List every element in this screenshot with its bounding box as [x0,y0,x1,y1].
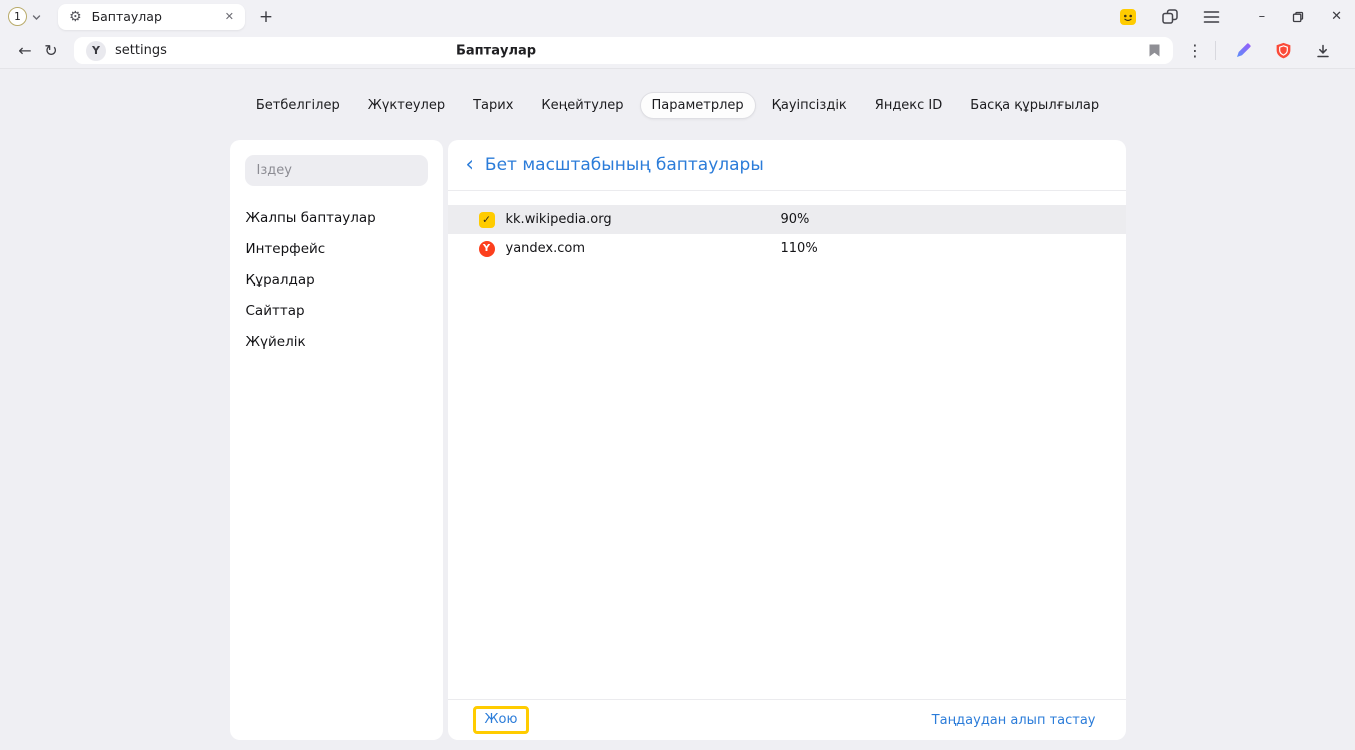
sidebar-item-system[interactable]: Жүйелік [245,327,428,358]
zoom-value: 90% [781,212,810,227]
panel-back-icon[interactable]: ‹ [466,154,474,177]
toolbar-more-menu[interactable]: ⋮ [1182,43,1208,59]
restore-icon [1292,11,1304,23]
new-tab-button[interactable]: + [254,7,278,27]
nav-tab-history[interactable]: Тарих [461,92,525,119]
header-divider [448,190,1126,191]
close-window-button[interactable]: ✕ [1331,10,1342,23]
table-row[interactable]: ✓ kk.wikipedia.org 90% [448,205,1126,234]
settings-body: Жалпы баптаулар Интерфейс Құралдар Сайтт… [230,140,1126,740]
downloads-icon[interactable] [1303,43,1343,59]
maximize-button[interactable] [1292,11,1304,23]
sidebar-menu: Жалпы баптаулар Интерфейс Құралдар Сайтт… [245,203,428,358]
hamburger-menu-icon[interactable] [1203,10,1220,24]
protect-shield-icon[interactable] [1263,42,1303,60]
delete-button[interactable]: Жою [473,706,530,734]
search-input[interactable] [245,155,428,186]
checkbox-checked-icon[interactable]: ✓ [479,212,495,228]
deselect-link[interactable]: Таңдаудан алып тастау [932,713,1096,728]
titlebar-right-cluster: – ✕ [1119,8,1355,26]
tab-count-badge[interactable]: 1 [8,7,27,26]
yandex-favicon-icon: Y [479,241,495,257]
titlebar: 1 ⚙ Баптаулар ✕ + – ✕ [0,0,1355,33]
chevron-down-icon[interactable] [31,12,42,23]
zoom-value: 110% [781,241,818,256]
settings-nav: Бетбелгілер Жүктеулер Тарих Кеңейтулер П… [0,92,1355,119]
reload-button[interactable]: ↻ [38,43,64,59]
panel-footer: Жою Таңдаудан алып тастау [448,699,1126,740]
panel-spacer [448,263,1126,699]
nav-tab-downloads[interactable]: Жүктеулер [356,92,457,119]
bookmark-icon[interactable] [1148,43,1161,58]
minimize-button[interactable]: – [1259,10,1266,23]
settings-sidebar: Жалпы баптаулар Интерфейс Құралдар Сайтт… [230,140,443,740]
site-favicon-icon: Y [86,41,106,61]
zoom-settings-panel: ‹ Бет масштабының баптаулары ✓ kk.wikipe… [448,140,1126,740]
table-row[interactable]: Y yandex.com 110% [448,234,1126,263]
toolbar-divider [1215,41,1216,60]
address-bar[interactable]: Y settings Баптаулар [74,37,1173,64]
nav-tab-security[interactable]: Қауіпсіздік [760,92,859,119]
site-name: kk.wikipedia.org [506,212,781,227]
tab-title: Баптаулар [92,9,220,24]
panel-header: ‹ Бет масштабының баптаулары [448,140,1126,190]
address-text[interactable]: settings [115,43,167,58]
site-name: yandex.com [506,241,781,256]
nav-tab-extensions[interactable]: Кеңейтулер [529,92,635,119]
sidebar-item-sites[interactable]: Сайттар [245,296,428,327]
zoom-site-list: ✓ kk.wikipedia.org 90% Y yandex.com 110% [448,205,1126,263]
nav-tab-other-devices[interactable]: Басқа құрылғылар [958,92,1111,119]
browser-tab-settings[interactable]: ⚙ Баптаулар ✕ [58,4,245,30]
pen-edit-icon[interactable] [1223,42,1263,59]
window-controls: – ✕ [1259,10,1342,23]
sidebar-item-tools[interactable]: Құралдар [245,265,428,296]
nav-tab-settings[interactable]: Параметрлер [640,92,756,119]
back-button[interactable]: ← [12,43,38,59]
tab-close-icon[interactable]: ✕ [220,8,239,25]
sidebar-item-general[interactable]: Жалпы баптаулар [245,203,428,234]
gear-icon: ⚙ [69,10,82,24]
settings-page: Бетбелгілер Жүктеулер Тарих Кеңейтулер П… [0,69,1355,750]
nav-tab-bookmarks[interactable]: Бетбелгілер [244,92,352,119]
page-title: Баптаулар [456,43,536,58]
nav-tab-yandex-id[interactable]: Яндекс ID [863,92,955,119]
promo-icon[interactable] [1119,8,1137,26]
browser-toolbar: ← ↻ Y settings Баптаулар ⋮ [0,33,1355,69]
sidebar-item-interface[interactable]: Интерфейс [245,234,428,265]
panel-title: Бет масштабының баптаулары [485,155,764,175]
devices-icon[interactable] [1161,8,1179,26]
